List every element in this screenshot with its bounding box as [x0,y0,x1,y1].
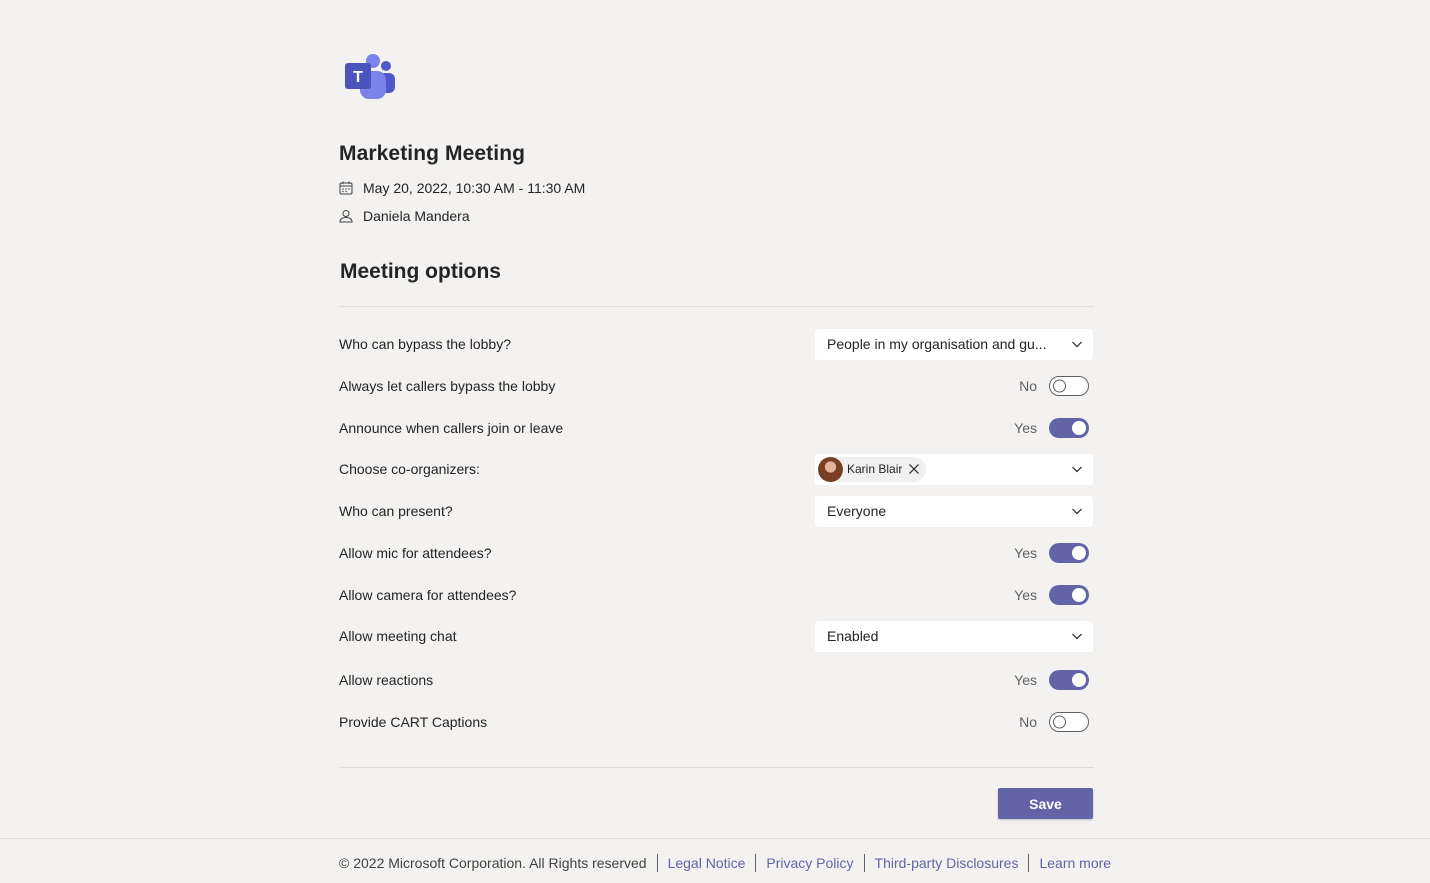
bypass-lobby-dropdown[interactable]: People in my organisation and gu... [815,328,1093,360]
option-allow-reactions: Allow reactions Yes [339,664,1094,696]
toggle-wrap: Yes [1014,543,1089,563]
divider [339,306,1094,307]
meeting-title: Marketing Meeting [339,142,526,165]
legal-notice-link[interactable]: Legal Notice [668,855,746,871]
footer-separator [1028,854,1030,872]
meeting-organizer: Daniela Mandera [363,208,470,224]
meeting-options-page: T Marketing Meeting May 20, 2022, 10:30 … [0,0,1430,883]
meeting-datetime: May 20, 2022, 10:30 AM - 11:30 AM [363,180,586,196]
option-label: Who can present? [339,503,453,519]
callers-bypass-toggle[interactable] [1049,376,1089,396]
footer-separator [755,854,757,872]
toggle-knob [1053,715,1066,729]
toggle-state-text: No [1019,714,1037,730]
option-label: Provide CART Captions [339,714,488,730]
toggle-knob [1072,546,1086,560]
dropdown-value: People in my organisation and gu... [827,336,1047,352]
option-allow-camera: Allow camera for attendees? Yes [339,579,1094,611]
section-title: Meeting options [340,260,501,283]
toggle-wrap: Yes [1014,418,1089,438]
meeting-chat-dropdown[interactable]: Enabled [815,620,1093,652]
toggle-knob [1053,379,1066,393]
toggle-state-text: Yes [1014,420,1037,436]
allow-mic-toggle[interactable] [1049,543,1089,563]
toggle-state-text: No [1019,378,1037,394]
option-label: Who can bypass the lobby? [339,336,511,352]
microsoft-teams-logo-icon: T [345,54,395,99]
option-label: Allow reactions [339,672,434,688]
toggle-knob [1072,421,1086,435]
chevron-down-icon [1071,338,1083,350]
toggle-state-text: Yes [1014,672,1037,688]
toggle-knob [1072,673,1086,687]
close-icon[interactable] [908,463,920,475]
option-co-organizers: Choose co-organizers: Karin Blair [339,453,1094,485]
chevron-down-icon [1071,630,1083,642]
chevron-down-icon [1071,463,1083,475]
footer-separator [863,854,865,872]
save-button[interactable]: Save [998,788,1093,819]
option-label: Allow camera for attendees? [339,587,517,603]
person-icon [339,209,353,223]
announce-callers-toggle[interactable] [1049,418,1089,438]
option-label: Always let callers bypass the lobby [339,378,556,394]
avatar [818,456,843,482]
option-who-can-present: Who can present? Everyone [339,495,1094,527]
svg-text:T: T [353,69,363,86]
option-label: Allow mic for attendees? [339,545,492,561]
allow-reactions-toggle[interactable] [1049,670,1089,690]
option-cart-captions: Provide CART Captions No [339,706,1094,738]
footer-separator [656,854,658,872]
copyright-text: © 2022 Microsoft Corporation. All Rights… [339,855,647,871]
option-announce-callers: Announce when callers join or leave Yes [339,412,1094,444]
who-can-present-dropdown[interactable]: Everyone [815,495,1093,527]
footer-divider [0,838,1430,839]
divider [339,767,1094,768]
chevron-down-icon [1071,505,1083,517]
toggle-wrap: No [1019,712,1089,732]
calendar-icon [339,181,353,195]
option-bypass-lobby: Who can bypass the lobby? People in my o… [339,328,1094,360]
third-party-disclosures-link[interactable]: Third-party Disclosures [875,855,1019,871]
toggle-wrap: Yes [1014,670,1089,690]
toggle-wrap: Yes [1014,585,1089,605]
option-allow-mic: Allow mic for attendees? Yes [339,537,1094,569]
dropdown-value: Everyone [827,503,887,519]
cart-captions-toggle[interactable] [1049,712,1089,732]
option-meeting-chat: Allow meeting chat Enabled [339,620,1094,652]
meeting-organizer-row: Daniela Mandera [339,208,470,224]
person-chip-name: Karin Blair [847,462,903,476]
toggle-state-text: Yes [1014,545,1037,561]
option-label: Allow meeting chat [339,628,457,644]
toggle-wrap: No [1019,376,1089,396]
option-callers-bypass: Always let callers bypass the lobby No [339,370,1094,402]
option-label: Choose co-organizers: [339,461,480,477]
learn-more-link[interactable]: Learn more [1039,855,1111,871]
dropdown-value: Enabled [827,628,879,644]
allow-camera-toggle[interactable] [1049,585,1089,605]
person-chip: Karin Blair [818,456,927,482]
toggle-state-text: Yes [1014,587,1037,603]
toggle-knob [1072,588,1086,602]
footer: © 2022 Microsoft Corporation. All Rights… [339,854,1111,872]
co-organizers-picker[interactable]: Karin Blair [815,453,1093,485]
option-label: Announce when callers join or leave [339,420,564,436]
meeting-datetime-row: May 20, 2022, 10:30 AM - 11:30 AM [339,180,585,196]
privacy-policy-link[interactable]: Privacy Policy [766,855,853,871]
